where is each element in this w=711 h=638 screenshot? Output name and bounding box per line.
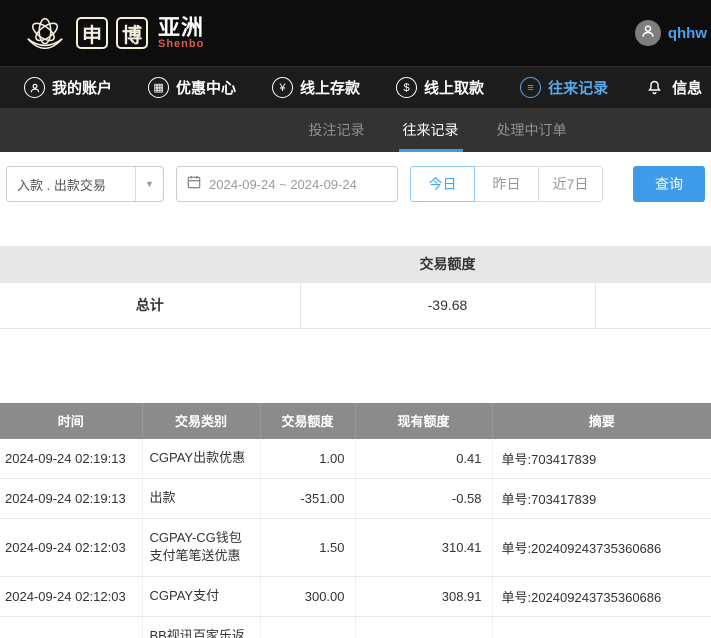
select-value: 入款 . 出款交易 [7,175,135,194]
filter-bar: 入款 . 出款交易 ▼ 2024-09-24 ~ 2024-09-24 今日 昨… [0,152,711,214]
tab-betting-records[interactable]: 投注记录 [297,108,377,152]
withdraw-dollar-icon: $ [396,77,417,98]
nav-item-online-withdrawal[interactable]: $ 线上取款 [396,77,484,98]
cell-summary: 系统派发_2024-09-23 [492,617,711,638]
nav-label: 线上取款 [424,77,484,98]
lotus-flower-icon [22,10,68,56]
nav-item-messages[interactable]: 信息 [644,77,702,98]
quick-filter-today[interactable]: 今日 [410,166,475,202]
summary-total-row: 总计 -39.68 [0,282,711,328]
cell-balance: 8.91 [355,617,492,638]
total-label: 总计 [0,282,300,328]
nav-label: 线上存款 [300,77,360,98]
sub-nav: 投注记录 往来记录 处理中订单 [0,108,711,152]
summary-header-empty [0,246,300,282]
quick-filter-last-7-days[interactable]: 近7日 [538,166,603,202]
logo-region: 亚洲 [158,16,204,39]
user-icon [24,77,45,98]
cell-summary: 单号:202409243735360686 [492,577,711,617]
cell-balance: 0.41 [355,439,492,479]
user-account[interactable]: qhhw [635,20,707,46]
nav-label: 优惠中心 [176,77,236,98]
summary-header-amount: 交易额度 [300,246,595,282]
quick-filter-group: 今日 昨日 近7日 [410,166,603,202]
nav-item-transaction-records[interactable]: ≡ 往来记录 [520,77,608,98]
records-table: 时间 交易类别 交易额度 现有额度 摘要 2024-09-24 02:19:13… [0,403,711,638]
bell-icon [644,77,665,98]
grid-icon: ▦ [148,77,169,98]
quick-filter-yesterday[interactable]: 昨日 [474,166,539,202]
page: 申 博 亚洲 Shenbo qhhw [0,0,711,638]
cell-time: 2024-09-24 02:12:03 [0,577,142,617]
table-row: 2024-09-24 02:12:03 CGPAY支付 300.00 308.9… [0,577,711,617]
col-header-time: 时间 [0,403,142,439]
cell-balance: 308.91 [355,577,492,617]
records-section: 时间 交易类别 交易额度 现有额度 摘要 2024-09-24 02:19:13… [0,403,711,638]
table-header-row: 时间 交易类别 交易额度 现有额度 摘要 [0,403,711,439]
logo: 申 博 亚洲 Shenbo [22,10,204,56]
nav-item-promotions[interactable]: ▦ 优惠中心 [148,77,236,98]
cell-balance: 310.41 [355,518,492,577]
table-row: 2024-09-24 02:19:13 出款 -351.00 -0.58 单号:… [0,478,711,518]
cell-type: CGPAY-CG钱包支付笔笔送优惠 [142,518,260,577]
summary-table: 交易额度 总计 -39.68 [0,246,711,329]
cell-time: 2024-09-24 02:12:03 [0,518,142,577]
date-range-value: 2024-09-24 ~ 2024-09-24 [209,177,357,192]
col-header-summary: 摘要 [492,403,711,439]
table-row: 2024-09-24 02:03:59 BB视讯百家乐返点 8.82 8.91 … [0,617,711,638]
tab-processing-orders[interactable]: 处理中订单 [485,108,579,152]
cell-amount: 1.00 [260,439,355,479]
calendar-icon [186,174,202,195]
cell-type: 出款 [142,478,260,518]
deposit-yuan-icon: ¥ [272,77,293,98]
cell-summary: 单号:202409243735360686 [492,518,711,577]
cell-amount: 8.82 [260,617,355,638]
avatar[interactable] [635,20,661,46]
main-nav: 我的账户 ▦ 优惠中心 ¥ 线上存款 $ 线上取款 ≡ 往来记录 信息 [0,66,711,108]
cell-amount: 1.50 [260,518,355,577]
cell-type: CGPAY支付 [142,577,260,617]
summary-section: 交易额度 总计 -39.68 [0,246,711,329]
table-row: 2024-09-24 02:19:13 CGPAY出款优惠 1.00 0.41 … [0,439,711,479]
username[interactable]: qhhw [668,25,707,42]
transaction-type-select[interactable]: 入款 . 出款交易 ▼ [6,166,164,202]
logo-subtitle: Shenbo [158,39,204,51]
date-range-input[interactable]: 2024-09-24 ~ 2024-09-24 [176,166,398,202]
records-icon: ≡ [520,77,541,98]
cell-type: CGPAY出款优惠 [142,439,260,479]
search-button[interactable]: 查询 [633,166,705,202]
nav-item-online-deposit[interactable]: ¥ 线上存款 [272,77,360,98]
cell-time: 2024-09-24 02:19:13 [0,439,142,479]
col-header-amount: 交易额度 [260,403,355,439]
cell-time: 2024-09-24 02:03:59 [0,617,142,638]
summary-empty-cell [595,282,711,328]
total-value: -39.68 [300,282,595,328]
nav-item-my-account[interactable]: 我的账户 [24,77,112,98]
col-header-balance: 现有额度 [355,403,492,439]
cell-balance: -0.58 [355,478,492,518]
table-row: 2024-09-24 02:12:03 CGPAY-CG钱包支付笔笔送优惠 1.… [0,518,711,577]
tab-transaction-records[interactable]: 往来记录 [391,108,471,152]
summary-header-empty [595,246,711,282]
person-icon [640,23,656,44]
summary-header-row: 交易额度 [0,246,711,282]
logo-char-shen: 申 [76,17,108,49]
brand-text: 亚洲 Shenbo [158,16,204,51]
cell-time: 2024-09-24 02:19:13 [0,478,142,518]
cell-summary: 单号:703417839 [492,439,711,479]
cell-type: BB视讯百家乐返点 [142,617,260,638]
top-bar: 申 博 亚洲 Shenbo qhhw [0,0,711,66]
cell-summary: 单号:703417839 [492,478,711,518]
logo-char-bo: 博 [116,17,148,49]
nav-label: 信息 [672,77,702,98]
nav-label: 我的账户 [52,77,112,98]
col-header-type: 交易类别 [142,403,260,439]
nav-label: 往来记录 [548,77,608,98]
cell-amount: 300.00 [260,577,355,617]
cell-amount: -351.00 [260,478,355,518]
chevron-down-icon: ▼ [135,167,163,201]
